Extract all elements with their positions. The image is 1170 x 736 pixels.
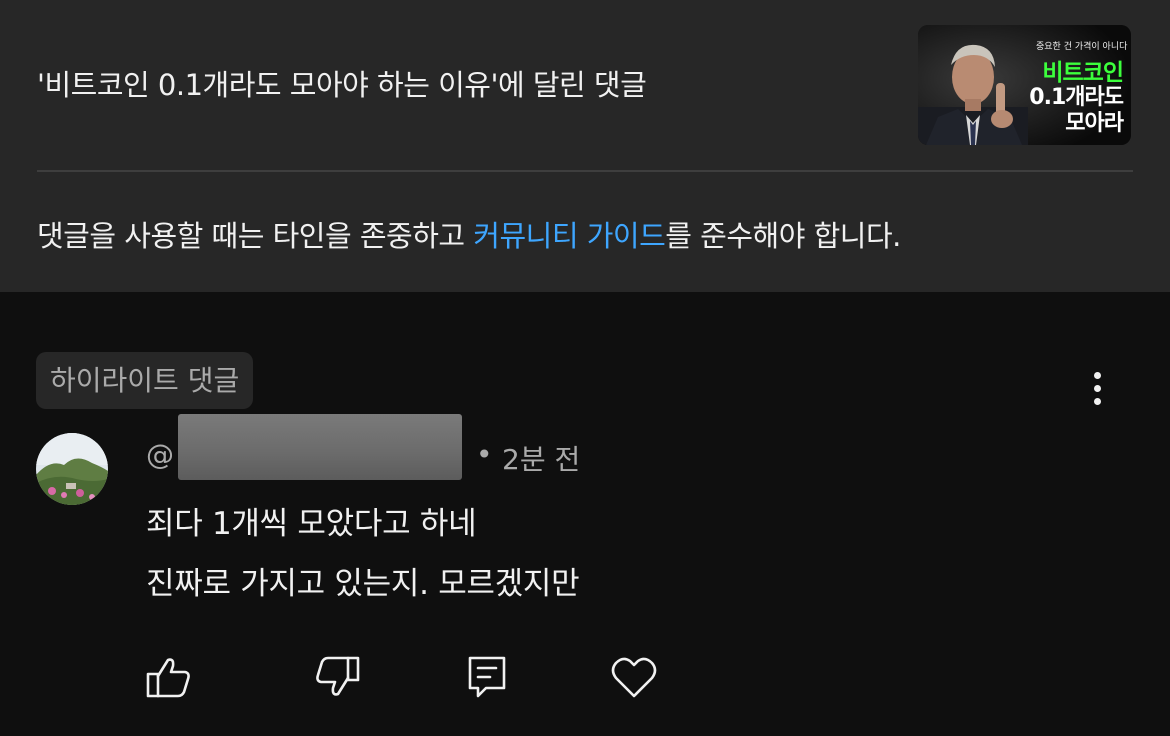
video-title: '비트코인 0.1개라도 모아야 하는 이유'에 달린 댓글 — [37, 68, 647, 102]
video-thumbnail[interactable]: 중요한 건 가격이 아니다 비트코인 0.1개라도 모아라 — [918, 25, 1131, 145]
highlighted-comment-badge: 하이라이트 댓글 — [36, 352, 254, 409]
community-guidelines-link[interactable]: 커뮤니티 가이드 — [473, 219, 665, 253]
author-handle-redacted[interactable] — [178, 414, 462, 480]
comment-text-line-2: 진짜로 가지고 있는지. 모르겠지만 — [146, 566, 580, 602]
community-guidelines-notice: 댓글을 사용할 때는 타인을 존중하고 커뮤니티 가이드를 준수해야 합니다. — [37, 213, 901, 255]
thumbnail-small-caption: 중요한 건 가격이 아니다 — [1036, 42, 1128, 52]
guide-suffix: 를 준수해야 합니다. — [665, 219, 901, 253]
meta-separator: • — [476, 438, 493, 471]
heart-icon[interactable] — [608, 652, 660, 704]
thumbnail-line-3: 모아라 — [1065, 111, 1124, 136]
avatar-landscape-image — [36, 433, 108, 505]
comment-timestamp: 2분 전 — [502, 443, 581, 476]
avatar[interactable] — [36, 433, 108, 505]
comment-text-line-1: 죄다 1개씩 모았다고 하네 — [146, 506, 477, 542]
like-icon[interactable] — [144, 652, 196, 704]
dislike-icon[interactable] — [312, 652, 364, 704]
reply-icon[interactable] — [462, 652, 514, 704]
guide-prefix: 댓글을 사용할 때는 타인을 존중하고 — [37, 219, 474, 253]
header-divider — [37, 170, 1133, 172]
comments-header: '비트코인 0.1개라도 모아야 하는 이유'에 달린 댓글 중요한 건 가격이… — [0, 0, 1170, 292]
author-at-symbol: @ — [146, 438, 174, 471]
more-vert-icon[interactable] — [1080, 366, 1116, 410]
